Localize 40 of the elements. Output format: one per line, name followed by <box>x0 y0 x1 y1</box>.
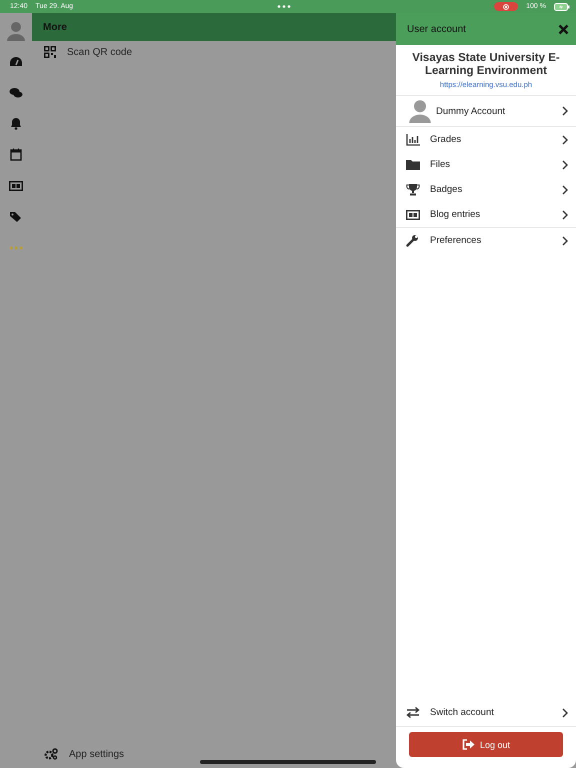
chevron-icon <box>562 184 568 195</box>
menu-item[interactable]: Badges <box>396 177 576 202</box>
gears-icon <box>44 748 58 760</box>
logout-icon <box>462 739 475 750</box>
avatar-icon <box>408 99 432 124</box>
panel-title: User account <box>407 24 466 34</box>
calendar-icon[interactable] <box>10 148 22 161</box>
account-item[interactable]: Dummy Account <box>396 96 576 126</box>
menu-item[interactable]: Files <box>396 152 576 178</box>
battery-icon <box>554 2 570 10</box>
logout-button[interactable]: Log out <box>409 732 563 757</box>
chevron-icon <box>562 134 568 145</box>
trophy-icon <box>406 184 420 196</box>
folder-icon <box>406 159 420 170</box>
wrench-icon <box>406 234 419 248</box>
chevron-icon <box>562 106 568 116</box>
bell-icon[interactable] <box>10 117 22 130</box>
chevron-icon <box>562 160 568 170</box>
chat-bubbles-icon[interactable] <box>9 86 23 98</box>
menu-item[interactable]: Preferences <box>396 228 576 254</box>
site-name: Visayas State University E-Learning Environment <box>411 51 561 78</box>
menu-item[interactable]: App settings <box>32 743 136 765</box>
multitasking-dots-icon <box>276 5 291 8</box>
bar-chart-icon <box>406 134 420 146</box>
menu-item[interactable]: Grades <box>396 127 576 152</box>
newspaper-icon[interactable] <box>9 180 23 190</box>
chevron-icon <box>562 236 568 246</box>
newspaper-icon <box>406 210 420 220</box>
tags-icon[interactable] <box>9 210 23 222</box>
close-button[interactable] <box>558 24 569 34</box>
chevron-icon <box>562 210 568 220</box>
qr-code-icon <box>44 46 56 58</box>
chevron-icon <box>562 708 568 718</box>
gauge-icon[interactable] <box>9 56 23 68</box>
recording-indicator <box>494 2 518 11</box>
swap-arrows-icon <box>406 707 420 718</box>
page-title: More <box>43 22 67 32</box>
menu-item[interactable]: Switch account <box>396 699 576 726</box>
menu-item[interactable]: Scan QR code <box>32 41 144 63</box>
menu-item[interactable]: Blog entries <box>396 202 576 228</box>
